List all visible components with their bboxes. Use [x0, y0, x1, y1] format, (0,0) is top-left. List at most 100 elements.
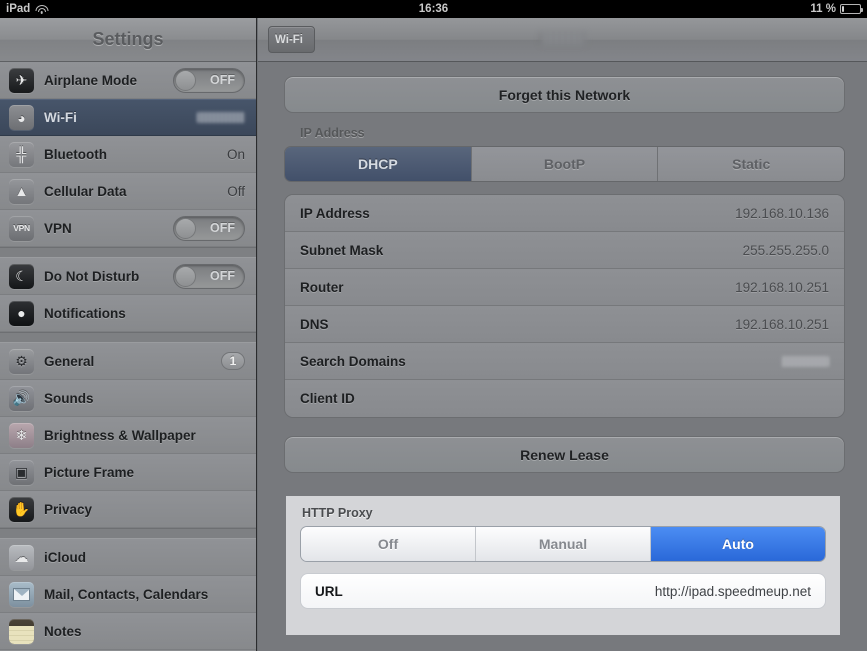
sidebar-item-vpn[interactable]: VPN VPN OFF [0, 210, 256, 247]
wifi-icon: ◕ [9, 105, 34, 130]
sidebar-item-picture-frame[interactable]: ▣ Picture Frame [0, 454, 256, 491]
hand-icon: ✋ [9, 497, 34, 522]
renew-lease-button[interactable]: Renew Lease [284, 436, 845, 473]
sidebar-item-label: Privacy [44, 502, 245, 517]
airplane-mode-toggle[interactable]: OFF [173, 68, 245, 93]
row-key: Subnet Mask [300, 243, 743, 258]
sidebar-group-divider [0, 528, 256, 539]
moon-icon: ☾ [9, 264, 34, 289]
row-key: Search Domains [300, 354, 781, 369]
http-proxy-section: HTTP Proxy Off Manual Auto URL http://ip… [286, 496, 840, 635]
ip-address-section-label: IP Address [300, 126, 845, 140]
vpn-toggle[interactable]: OFF [173, 216, 245, 241]
forget-network-button[interactable]: Forget this Network [284, 76, 845, 113]
search-domains-value-redacted [781, 356, 829, 367]
table-row[interactable]: Router 192.168.10.251 [285, 269, 844, 306]
mail-icon [9, 582, 34, 607]
cellular-icon: ▲ [9, 179, 34, 204]
sidebar-item-bluetooth[interactable]: ╬ Bluetooth On [0, 136, 256, 173]
table-row[interactable]: IP Address 192.168.10.136 [285, 195, 844, 232]
ip-mode-dhcp[interactable]: DHCP [285, 147, 472, 181]
table-row[interactable]: Client ID [285, 380, 844, 417]
network-name-title-redacted [258, 32, 867, 45]
sidebar-item-label: Airplane Mode [44, 73, 173, 88]
table-row[interactable]: Subnet Mask 255.255.255.0 [285, 232, 844, 269]
notifications-icon: ● [9, 301, 34, 326]
row-value: 192.168.10.251 [735, 280, 829, 295]
sidebar-item-label: VPN [44, 221, 173, 236]
ip-details-table: IP Address 192.168.10.136 Subnet Mask 25… [284, 194, 845, 418]
gear-icon: ⚙ [9, 349, 34, 374]
proxy-mode-auto[interactable]: Auto [651, 527, 825, 561]
vpn-icon: VPN [9, 216, 34, 241]
sidebar-item-icloud[interactable]: ☁ iCloud [0, 539, 256, 576]
sidebar-header: Settings [0, 18, 256, 62]
row-value: 192.168.10.136 [735, 206, 829, 221]
proxy-mode-off[interactable]: Off [301, 527, 476, 561]
row-value: 192.168.10.251 [735, 317, 829, 332]
row-value: 255.255.255.0 [743, 243, 829, 258]
sidebar-item-cellular-data[interactable]: ▲ Cellular Data Off [0, 173, 256, 210]
sidebar-item-label: Brightness & Wallpaper [44, 428, 245, 443]
ip-mode-bootp[interactable]: BootP [472, 147, 659, 181]
sidebar-item-notes[interactable]: Notes [0, 613, 256, 650]
back-button-label: Wi-Fi [275, 34, 303, 46]
back-button[interactable]: Wi-Fi [268, 26, 315, 53]
sidebar-item-general[interactable]: ⚙ General 1 [0, 343, 256, 380]
sidebar-item-do-not-disturb[interactable]: ☾ Do Not Disturb OFF [0, 258, 256, 295]
ipad-settings-screen: iPad 16:36 11 % Settings ✈ Airplane Mode… [0, 0, 867, 651]
toggle-knob [175, 70, 196, 91]
sidebar-item-label: General [44, 354, 221, 369]
do-not-disturb-toggle[interactable]: OFF [173, 264, 245, 289]
toggle-label: OFF [210, 221, 235, 235]
sidebar-item-mail-contacts-calendars[interactable]: Mail, Contacts, Calendars [0, 576, 256, 613]
page-title: Settings [92, 29, 163, 50]
sidebar-item-wifi[interactable]: ◕ Wi-Fi [0, 99, 256, 136]
sidebar-item-sounds[interactable]: 🔊 Sounds [0, 380, 256, 417]
status-bar-clock: 16:36 [0, 3, 867, 15]
sidebar-group-divider [0, 247, 256, 258]
sidebar-list: ✈ Airplane Mode OFF ◕ Wi-Fi ╬ Bluetooth … [0, 62, 256, 650]
toggle-label: OFF [210, 269, 235, 283]
table-row[interactable]: Search Domains [285, 343, 844, 380]
proxy-mode-segmented-control[interactable]: Off Manual Auto [300, 526, 826, 562]
battery-icon [840, 4, 861, 14]
sidebar-item-airplane-mode[interactable]: ✈ Airplane Mode OFF [0, 62, 256, 99]
proxy-url-value[interactable]: http://ipad.speedmeup.net [655, 584, 811, 599]
speaker-icon: 🔊 [9, 386, 34, 411]
wifi-network-name-redacted [197, 112, 245, 123]
sidebar-item-privacy[interactable]: ✋ Privacy [0, 491, 256, 528]
sidebar-item-value: On [227, 147, 245, 162]
sidebar-item-label: Sounds [44, 391, 245, 406]
proxy-mode-manual[interactable]: Manual [476, 527, 651, 561]
sidebar-item-label: Picture Frame [44, 465, 245, 480]
sidebar-item-label: Wi-Fi [44, 110, 197, 125]
cloud-icon: ☁ [9, 545, 34, 570]
airplane-icon: ✈ [9, 68, 34, 93]
toggle-knob [175, 218, 196, 239]
status-bar-right: 11 % [810, 3, 861, 15]
http-proxy-section-label: HTTP Proxy [302, 506, 826, 520]
row-key: IP Address [300, 206, 735, 221]
sidebar-item-label: Notes [44, 624, 245, 639]
sidebar-item-notifications[interactable]: ● Notifications [0, 295, 256, 332]
notes-icon [9, 619, 34, 644]
sidebar-item-label: Cellular Data [44, 184, 227, 199]
sidebar-item-label: Bluetooth [44, 147, 227, 162]
status-bar: iPad 16:36 11 % [0, 0, 867, 18]
row-key: DNS [300, 317, 735, 332]
battery-percent: 11 % [810, 3, 836, 15]
ip-mode-segmented-control[interactable]: DHCP BootP Static [284, 146, 845, 182]
sidebar-item-value: Off [227, 184, 245, 199]
table-row[interactable]: DNS 192.168.10.251 [285, 306, 844, 343]
proxy-url-label: URL [315, 584, 655, 599]
sidebar-item-brightness-wallpaper[interactable]: ❄ Brightness & Wallpaper [0, 417, 256, 454]
http-proxy-inner: HTTP Proxy Off Manual Auto URL http://ip… [286, 496, 840, 609]
toggle-label: OFF [210, 73, 235, 87]
sidebar-item-label: Do Not Disturb [44, 269, 173, 284]
wallpaper-icon: ❄ [9, 423, 34, 448]
detail-body: Forget this Network IP Address DHCP Boot… [258, 62, 867, 473]
proxy-url-row[interactable]: URL http://ipad.speedmeup.net [300, 573, 826, 609]
ip-mode-static[interactable]: Static [658, 147, 844, 181]
toggle-knob [175, 266, 196, 287]
